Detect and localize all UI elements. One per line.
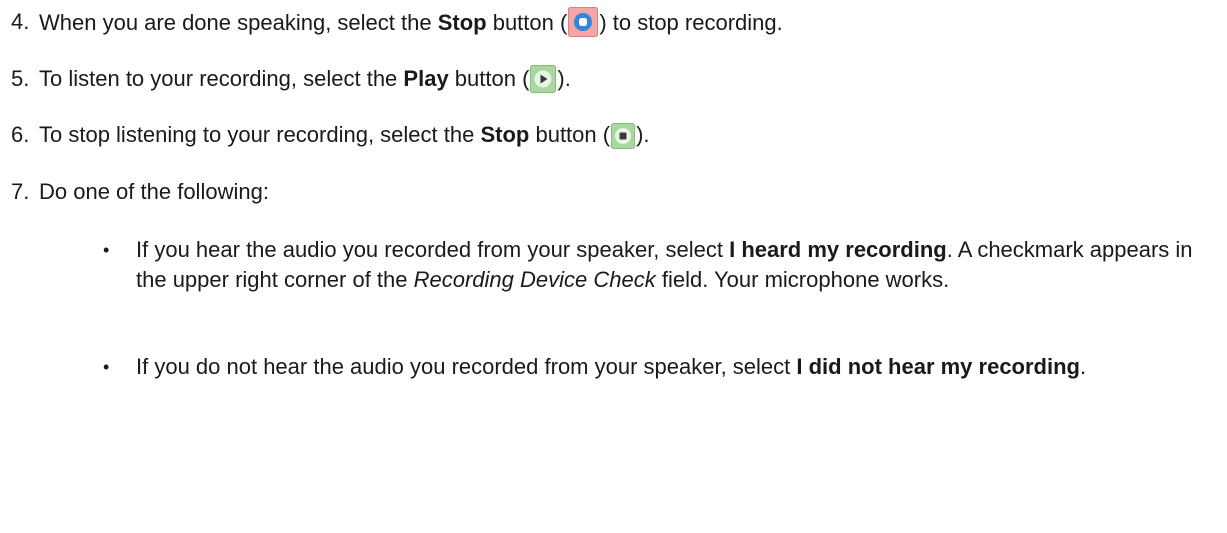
record-stop-icon: [568, 7, 599, 45]
playback-stop-icon: [611, 123, 636, 157]
step-text: When you are done speaking, select the S…: [39, 7, 783, 45]
stop-label: Stop: [437, 10, 487, 35]
step-text: To listen to your recording, select the …: [39, 64, 571, 101]
step-text: Do one of the following:: [39, 179, 269, 204]
step-text: To stop listening to your recording, sel…: [39, 120, 650, 157]
step-number: 7.: [11, 179, 30, 204]
play-label: Play: [403, 66, 449, 91]
step-number: 5.: [11, 66, 30, 91]
bullet-did-not-hear-recording: If you do not hear the audio you recorde…: [136, 354, 1087, 379]
bullet-glyph: •: [103, 357, 110, 377]
step-number: 6.: [11, 122, 30, 147]
step-number: 4.: [11, 9, 30, 34]
heard-recording-label: I heard my recording: [729, 237, 947, 262]
play-icon: [530, 65, 557, 101]
did-not-hear-recording-label: I did not hear my recording: [796, 354, 1080, 379]
bullet-glyph: •: [103, 240, 110, 260]
recording-device-check-label: Recording Device Check: [413, 267, 656, 292]
bullet-heard-recording: If you hear the audio you recorded from …: [136, 237, 1193, 292]
stop-label: Stop: [480, 122, 530, 147]
